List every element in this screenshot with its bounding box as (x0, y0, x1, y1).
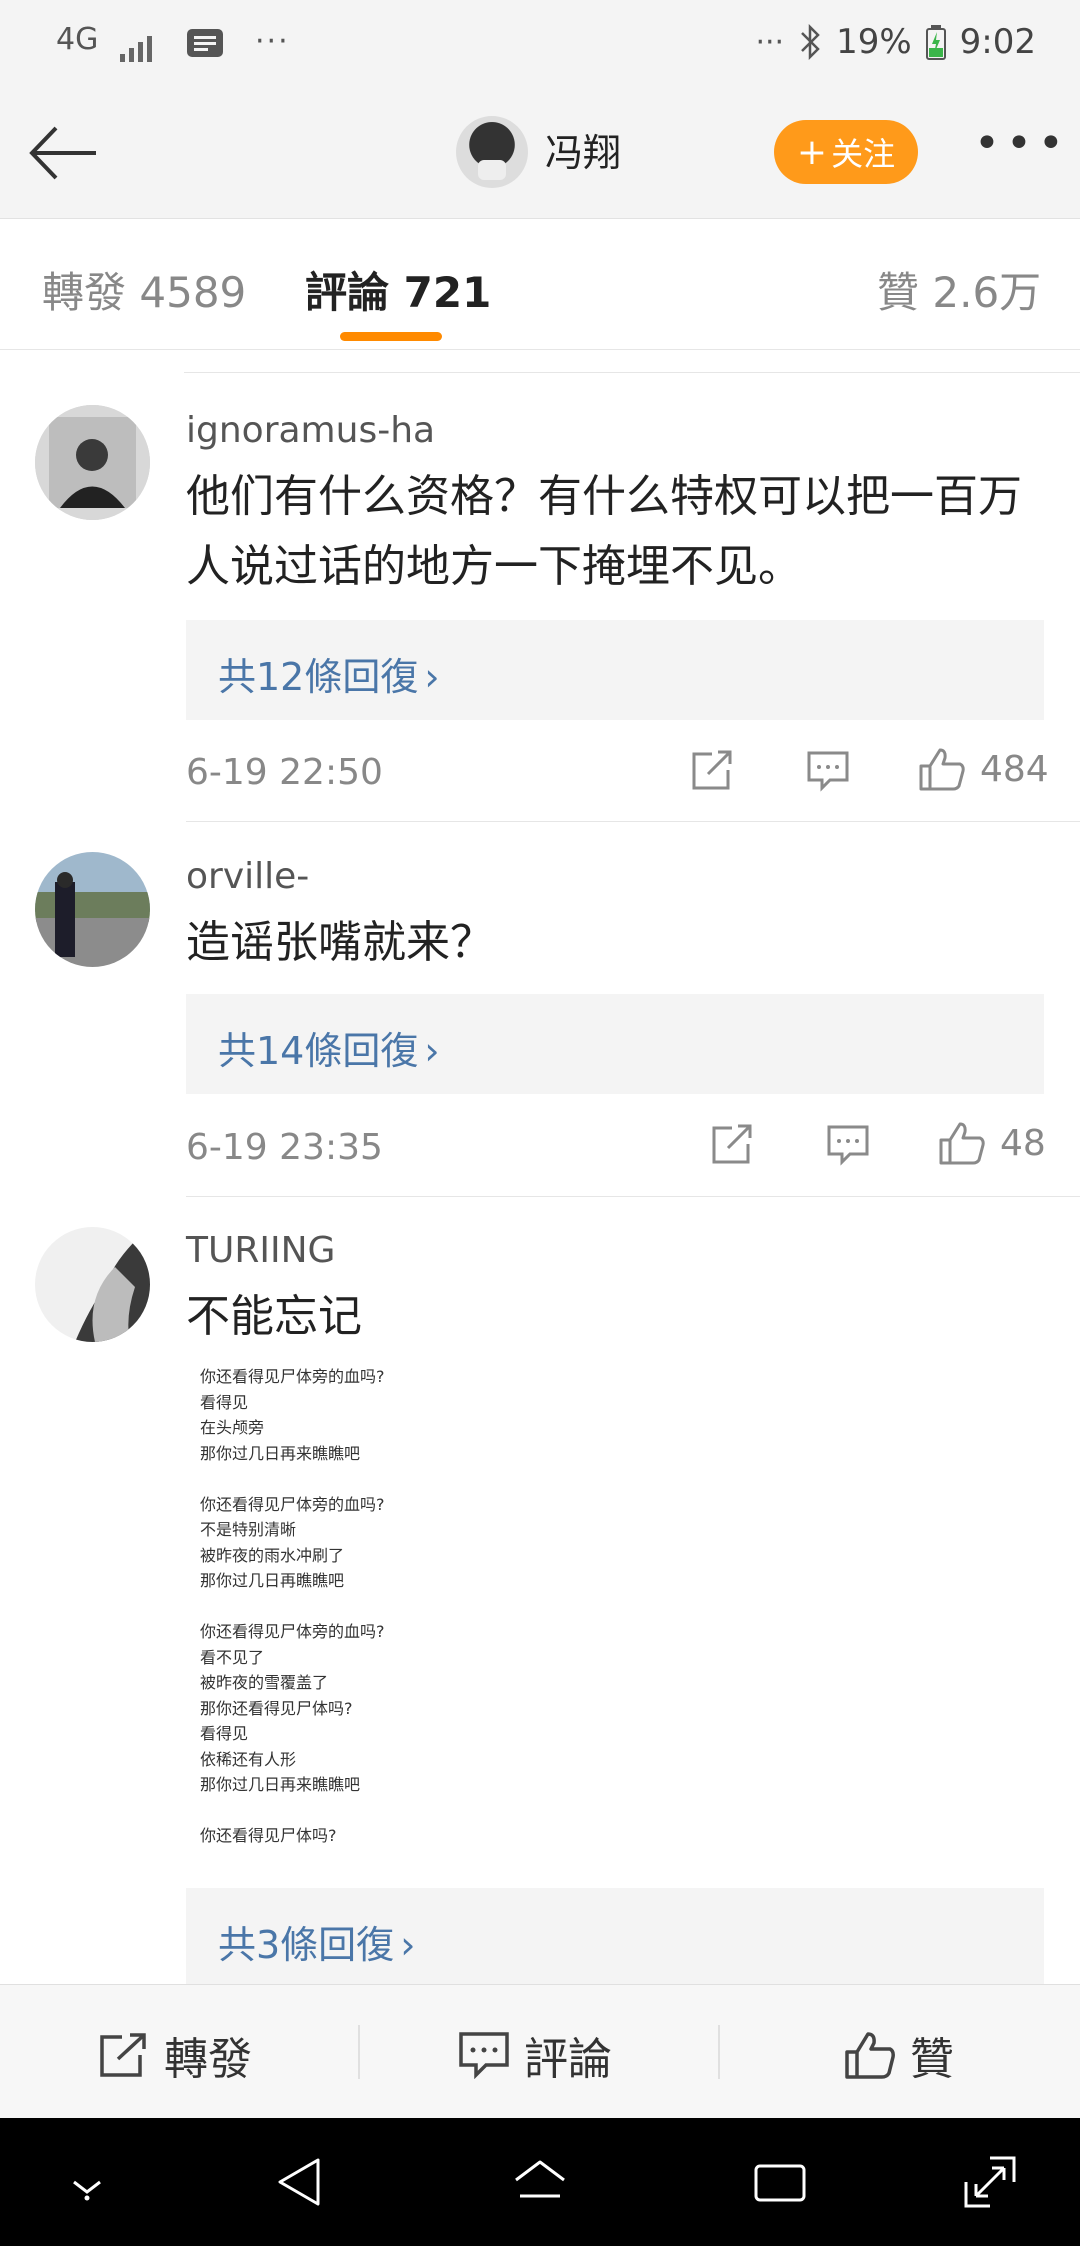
repost-comment-button[interactable] (710, 1122, 756, 1166)
commenter-avatar[interactable] (35, 852, 150, 967)
recent-apps-icon[interactable] (750, 2152, 810, 2212)
status-more: ··· (755, 24, 785, 60)
comment-icon (807, 751, 849, 792)
comment-image[interactable]: 你还看得见尸体旁的血吗? 看得见 在头颅旁 那你过几日再来瞧瞧吧 你还看得见尸体… (200, 1364, 500, 1860)
post-tabs: 轉發 4589 評論 721 贊 2.6万 (0, 219, 1080, 350)
chevron-down-icon[interactable] (60, 2152, 114, 2212)
tab-likes[interactable]: 贊 2.6万 (877, 259, 1041, 320)
repost-comment-button[interactable] (690, 748, 736, 792)
thumbs-up-icon (939, 1122, 985, 1165)
tab-comments[interactable]: 評論 721 (305, 259, 491, 320)
back-arrow-icon[interactable] (26, 118, 106, 188)
like-comment-button[interactable]: 484 (918, 746, 1049, 792)
like-count: 484 (980, 748, 1049, 790)
author-avatar[interactable] (456, 116, 528, 188)
commenter-avatar[interactable] (35, 1227, 150, 1342)
divider (358, 2025, 360, 2079)
divider (186, 821, 1080, 822)
comment-icon (827, 1125, 869, 1166)
share-icon (100, 2033, 146, 2077)
comment-icon (459, 2032, 509, 2079)
reply-comment-button[interactable] (806, 750, 850, 792)
like-comment-button[interactable]: 48 (938, 1120, 1046, 1166)
chevron-right-icon: › (424, 655, 440, 699)
thumbs-up-icon (919, 748, 965, 791)
replies-link[interactable]: 共12條回復 › (186, 620, 1044, 720)
system-navigation-bar (0, 2118, 1080, 2246)
status-bar: 4G ··· ··· 19% 9:02 (0, 0, 1080, 92)
back-triangle-icon[interactable] (272, 2152, 326, 2212)
bottom-action-bar: 轉發 評論 贊 (0, 1984, 1080, 2119)
comment-timestamp: 6-19 23:35 (186, 1127, 383, 1168)
notification-more: ··· (255, 24, 290, 59)
comment-timestamp: 6-19 22:50 (186, 752, 383, 793)
active-tab-indicator (340, 332, 442, 341)
follow-button[interactable]: + 关注 (774, 120, 918, 184)
signal-icon (120, 36, 152, 62)
reply-comment-button[interactable] (826, 1124, 870, 1166)
chevron-right-icon: › (400, 1923, 416, 1967)
comment-button[interactable]: 評論 (458, 2023, 612, 2087)
divider (718, 2025, 720, 2079)
home-icon[interactable] (510, 2152, 570, 2212)
replies-link[interactable]: 共3條回復 › (186, 1888, 1044, 1988)
comment-text: 造谣张嘴就来？ (186, 917, 494, 968)
divider (184, 372, 1080, 373)
chevron-right-icon: › (424, 1029, 440, 1073)
profile-header: 冯翔 + 关注 ••• (0, 92, 1080, 219)
bluetooth-icon (801, 24, 820, 60)
divider (186, 1196, 1080, 1197)
network-indicator: 4G (56, 22, 99, 57)
clock: 9:02 (959, 22, 1036, 62)
author-name[interactable]: 冯翔 (545, 122, 621, 177)
expand-icon[interactable] (960, 2152, 1020, 2212)
comment-text: 不能忘记 (186, 1291, 362, 1342)
message-icon (187, 29, 223, 57)
like-count: 48 (1000, 1122, 1046, 1164)
share-icon (712, 1124, 752, 1164)
commenter-avatar[interactable] (35, 405, 150, 520)
plus-icon: + (796, 131, 828, 173)
commenter-name[interactable]: ignoramus-ha (186, 410, 435, 451)
replies-link[interactable]: 共14條回復 › (186, 994, 1044, 1094)
thumbs-up-icon (845, 2032, 895, 2079)
like-button[interactable]: 贊 (844, 2023, 954, 2087)
battery-icon (925, 25, 946, 60)
tab-reposts[interactable]: 轉發 4589 (42, 259, 246, 320)
commenter-name[interactable]: TURIING (186, 1230, 335, 1271)
more-options-icon[interactable]: ••• (974, 122, 1070, 166)
battery-percent: 19% (836, 22, 912, 62)
share-icon (692, 750, 732, 790)
comment-text: 他们有什么资格？有什么特权可以把一百万人说过话的地方一下掩埋不见。 (186, 471, 1022, 592)
commenter-name[interactable]: orville- (186, 856, 309, 897)
repost-button[interactable]: 轉發 (98, 2023, 252, 2087)
